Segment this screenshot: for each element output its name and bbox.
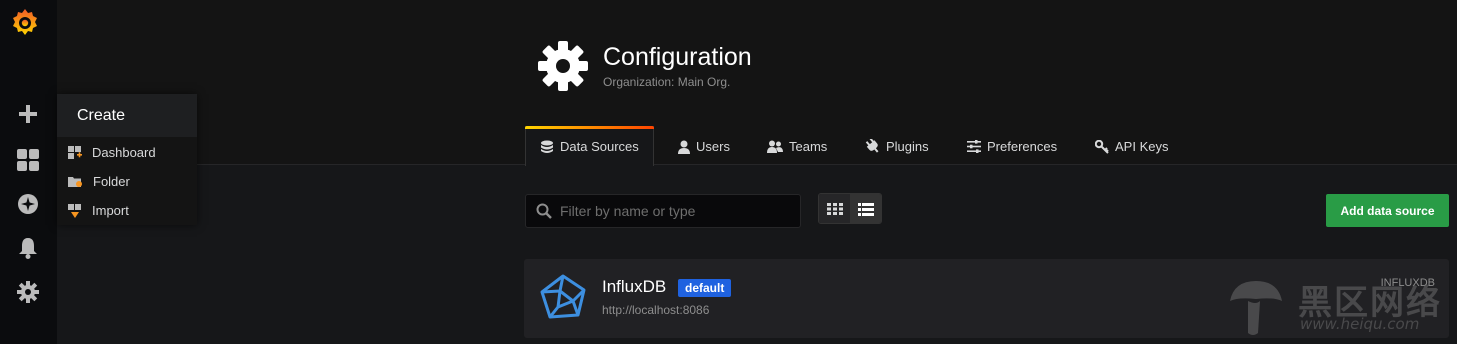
dashboard-add-icon	[68, 145, 82, 159]
key-icon	[1095, 139, 1109, 154]
create-import-item[interactable]: Import	[57, 196, 197, 225]
page-subtitle: Organization: Main Org.	[603, 75, 731, 89]
create-item-label: Import	[92, 203, 129, 218]
default-badge: default	[678, 279, 732, 297]
tab-label: API Keys	[1115, 139, 1169, 154]
create-menu-title[interactable]: Create	[57, 94, 197, 137]
watermark: 黑区网络 www.heiqu.com	[1220, 275, 1457, 344]
tab-users[interactable]: Users	[678, 127, 730, 166]
mushroom-logo-icon	[1230, 281, 1282, 335]
tab-label: Preferences	[987, 139, 1058, 154]
tab-label: Data Sources	[560, 139, 639, 154]
tab-data-sources[interactable]: Data Sources	[525, 126, 654, 166]
configuration-gear-icon	[538, 41, 588, 91]
create-item-label: Dashboard	[92, 145, 156, 160]
grid-view-button[interactable]	[819, 194, 850, 223]
sidebar	[0, 0, 57, 344]
watermark-url: www.heiqu.com	[1300, 315, 1420, 333]
dashboards-icon[interactable]	[14, 146, 42, 174]
tab-label: Users	[696, 139, 730, 154]
datasource-url: http://localhost:8086	[602, 303, 710, 317]
layout-toggle	[818, 193, 882, 224]
create-item-label: Folder	[93, 174, 130, 189]
create-folder-item[interactable]: Folder	[57, 167, 197, 196]
grid-icon	[826, 203, 843, 215]
tab-label: Teams	[789, 139, 828, 154]
tab-teams[interactable]: Teams	[767, 127, 827, 166]
gear-icon[interactable]	[14, 278, 42, 306]
create-dashboard-item[interactable]: Dashboard	[57, 138, 197, 167]
import-icon	[68, 203, 81, 218]
folder-add-icon	[68, 177, 82, 187]
plug-icon	[865, 139, 879, 153]
search-icon	[536, 203, 552, 219]
explore-icon[interactable]	[14, 190, 42, 218]
filter-box	[525, 194, 801, 228]
users-icon	[767, 140, 783, 153]
user-icon	[678, 140, 690, 154]
filter-input[interactable]	[560, 203, 780, 219]
page-title: Configuration	[603, 43, 752, 71]
list-view-button[interactable]	[850, 194, 881, 223]
grafana-logo-icon[interactable]	[9, 6, 41, 38]
tab-plugins[interactable]: Plugins	[865, 127, 929, 166]
plus-icon[interactable]	[14, 100, 42, 128]
datasource-name: InfluxDB	[602, 277, 667, 296]
page-header	[57, 0, 1457, 165]
bell-icon[interactable]	[14, 234, 42, 262]
tab-preferences[interactable]: Preferences	[967, 127, 1057, 166]
tab-label: Plugins	[886, 139, 929, 154]
create-menu: Create Dashboard Folder Import	[57, 94, 197, 225]
sliders-icon	[967, 140, 981, 153]
add-data-source-button[interactable]: Add data source	[1326, 194, 1449, 227]
influxdb-logo-icon	[540, 274, 586, 319]
tab-api-keys[interactable]: API Keys	[1095, 127, 1168, 166]
database-icon	[541, 140, 553, 153]
list-icon	[857, 202, 874, 216]
